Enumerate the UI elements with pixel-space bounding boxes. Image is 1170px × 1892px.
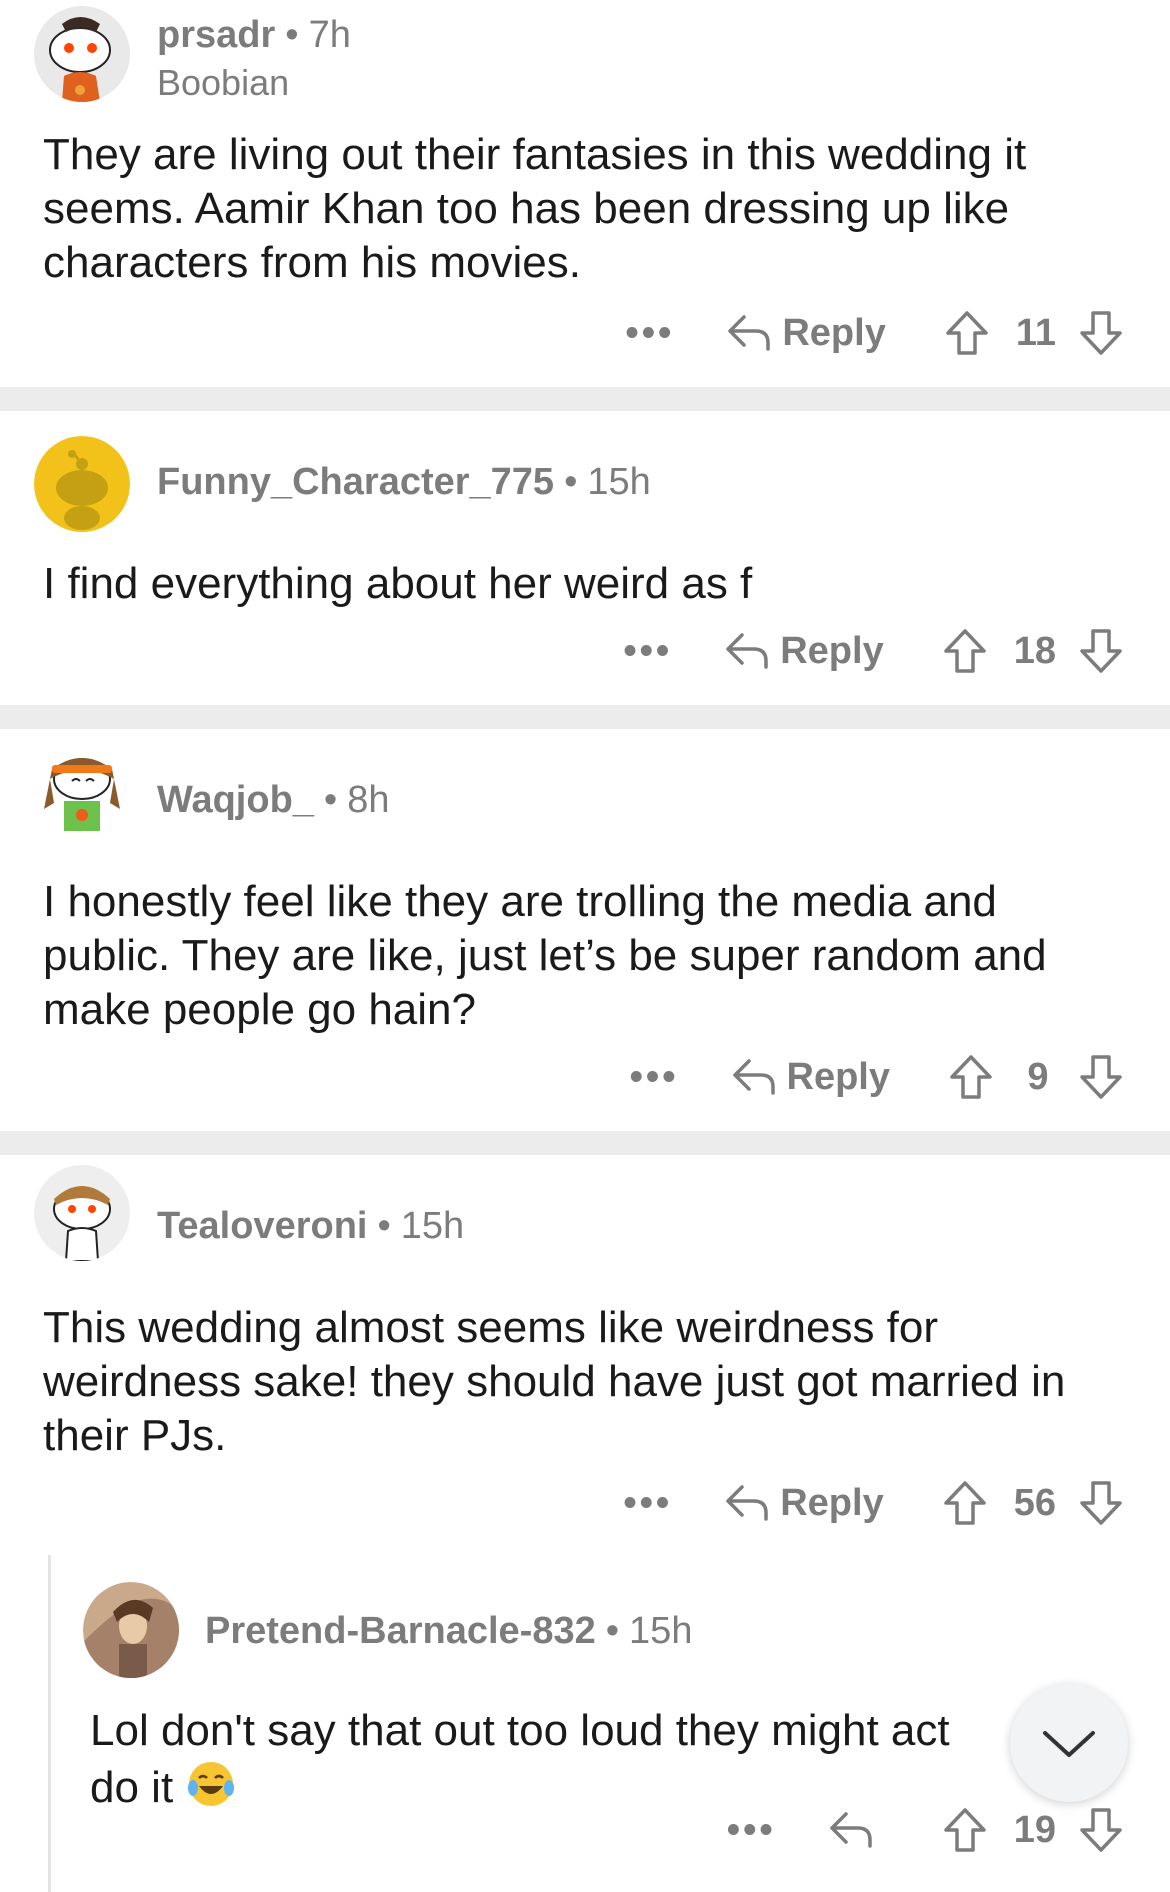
upvote-arrow-icon[interactable] [942,627,988,675]
comment-actions: ••• Reply 9 [630,1047,1124,1107]
downvote-arrow-icon[interactable] [1078,1053,1124,1101]
timestamp: 7h [308,14,351,56]
reply-arrow-icon [728,315,771,351]
upvote-arrow-icon[interactable] [942,1479,988,1527]
tears-of-joy-emoji-icon [185,1758,237,1823]
reply-button[interactable]: Reply [726,311,886,355]
comment-text: I honestly feel like they are trolling t… [43,877,1047,1034]
reply-arrow-icon [732,1059,775,1095]
timestamp: 15h [400,1205,465,1247]
upvote-arrow-icon[interactable] [944,309,990,357]
more-options-button[interactable]: ••• [727,1809,776,1852]
reply-label: Reply [782,311,886,354]
username[interactable]: Waqjob_ [157,779,314,821]
vote-controls: 9 [948,1053,1124,1101]
separator: • [564,461,578,503]
user-flair: Boobian [157,62,290,103]
comment-text: They are living out their fantasies in t… [43,130,1027,287]
reply-arrow-icon [726,633,768,669]
vote-controls: 56 [942,1479,1124,1527]
downvote-arrow-icon[interactable] [1078,1806,1124,1854]
more-options-button[interactable]: ••• [623,1482,672,1525]
reply-button[interactable]: Reply [724,629,884,673]
comment-divider [0,1131,1170,1155]
more-options-button[interactable]: ••• [623,630,672,673]
timestamp: 8h [347,779,390,821]
comment-text: This wedding almost seems like weirdness… [43,1303,1066,1460]
comment-meta: Waqjob_ • 8h [157,779,390,822]
separator: • [377,1205,391,1247]
downvote-arrow-icon[interactable] [1078,309,1124,357]
reply-button[interactable]: Reply [731,1056,890,1099]
comment-meta: Pretend-Barnacle-832 • 15h [205,1610,692,1653]
comment-meta: Funny_Character_775 • 15h [157,461,651,504]
comment-divider [0,705,1170,729]
comment: Funny_Character_775 • 15h I find everythin… [0,411,1170,703]
comment-actions: ••• Reply 18 [623,621,1124,681]
more-options-button[interactable]: ••• [630,1056,679,1099]
photo-avatar-icon[interactable] [83,1582,179,1678]
reply-button[interactable] [828,1810,884,1850]
reply-label: Reply [780,629,884,672]
snoo-avatar-yellow-icon[interactable] [34,436,130,532]
nested-comment: Pretend-Barnacle-832 • 15h Lol don't say t… [0,1560,1170,1892]
comment: prsadr • 7h Boobian They are living out th… [0,0,1170,385]
snoo-avatar-orange-hat-icon[interactable] [34,6,130,102]
upvote-arrow-icon[interactable] [942,1806,988,1854]
more-options-button[interactable]: ••• [625,312,674,355]
downvote-arrow-icon[interactable] [1078,1479,1124,1527]
separator: • [323,779,338,821]
reply-arrow-icon [726,1485,768,1521]
downvote-arrow-icon[interactable] [1078,627,1124,675]
comment-meta: Tealoveroni • 15h [157,1205,464,1248]
vote-controls: 11 [944,309,1124,357]
reply-arrow-icon [829,1812,872,1848]
separator: • [605,1610,620,1652]
snoo-avatar-brown-hair-icon[interactable] [34,1165,130,1261]
vote-count: 56 [1013,1481,1056,1524]
snoo-avatar-headband-icon[interactable] [34,739,130,835]
comment-divider [0,387,1170,411]
reply-label: Reply [786,1055,890,1098]
vote-count: 11 [1015,311,1056,354]
separator: • [285,14,299,56]
comment: Waqjob_ • 8h I honestly feel like they are… [0,729,1170,1129]
chevron-down-icon [1043,1731,1095,1757]
vote-controls: 19 [942,1806,1124,1854]
comment-text: I find everything about her weird as f [43,559,753,608]
vote-count: 9 [1027,1055,1049,1098]
reply-button[interactable]: Reply [724,1481,884,1525]
comment-actions: ••• Reply 11 [625,303,1124,363]
upvote-arrow-icon[interactable] [948,1053,994,1101]
username[interactable]: Tealoveroni [157,1205,367,1247]
vote-controls: 18 [942,627,1124,675]
vote-count: 18 [1013,629,1056,672]
comment-thread: prsadr • 7h Boobian They are living out th… [0,0,1170,1892]
comment: Tealoveroni • 15h This wedding almost seem… [0,1155,1170,1555]
username[interactable]: Pretend-Barnacle-832 [205,1610,596,1652]
username[interactable]: Funny_Character_775 [157,461,554,503]
vote-count: 19 [1013,1808,1056,1851]
reply-label: Reply [780,1481,884,1524]
timestamp: 15h [629,1610,693,1652]
timestamp: 15h [587,461,651,503]
comment-meta: prsadr • 7h [157,14,351,57]
comment-actions: ••• Reply 56 [623,1473,1124,1533]
comment-actions: ••• 19 [727,1800,1124,1860]
username[interactable]: prsadr [157,14,275,56]
scroll-next-comment-button[interactable] [1010,1684,1128,1802]
